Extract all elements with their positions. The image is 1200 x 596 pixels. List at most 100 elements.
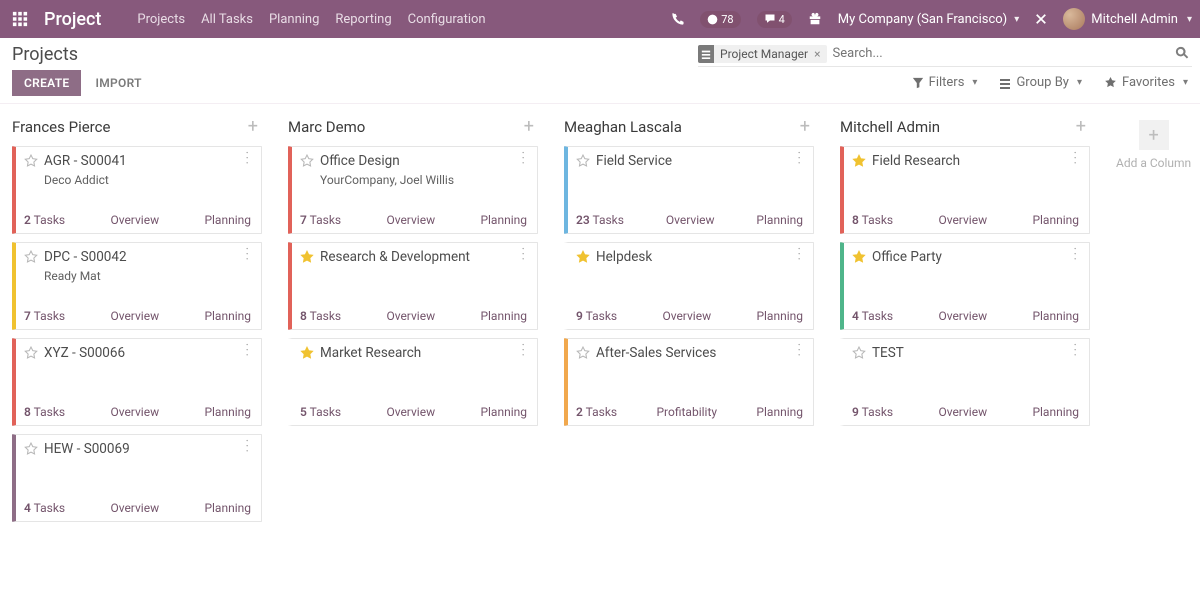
- kanban-card[interactable]: DPC - S00042Ready Mat···7 TasksOverviewP…: [12, 242, 262, 330]
- nav-reporting[interactable]: Reporting: [327, 12, 399, 27]
- priority-star-icon[interactable]: [576, 250, 590, 268]
- add-column-button[interactable]: +: [1139, 120, 1169, 150]
- card-menu-icon[interactable]: ···: [517, 343, 529, 358]
- kanban-card[interactable]: Office Party···4 TasksOverviewPlanning: [840, 242, 1090, 330]
- planning-link[interactable]: Planning: [756, 309, 803, 323]
- tasks-count-link[interactable]: 4 Tasks: [852, 309, 893, 323]
- planning-link[interactable]: Planning: [204, 405, 251, 419]
- overview-link[interactable]: Overview: [386, 309, 435, 323]
- quick-create-icon[interactable]: +: [800, 118, 810, 136]
- tasks-count-link[interactable]: 2 Tasks: [576, 405, 617, 419]
- kanban-card[interactable]: HEW - S00069···4 TasksOverviewPlanning: [12, 434, 262, 522]
- kanban-card[interactable]: Office DesignYourCompany, Joel Willis···…: [288, 146, 538, 234]
- priority-star-icon[interactable]: [24, 346, 38, 364]
- tasks-count-link[interactable]: 9 Tasks: [576, 309, 617, 323]
- tasks-count-link[interactable]: 7 Tasks: [24, 309, 65, 323]
- quick-create-icon[interactable]: +: [248, 118, 258, 136]
- overview-link[interactable]: Overview: [110, 501, 159, 515]
- tasks-count-link[interactable]: 5 Tasks: [300, 405, 341, 419]
- priority-star-icon[interactable]: [852, 154, 866, 172]
- planning-link[interactable]: Planning: [480, 309, 527, 323]
- kanban-card[interactable]: Field Service···23 TasksOverviewPlanning: [564, 146, 814, 234]
- priority-star-icon[interactable]: [24, 154, 38, 172]
- priority-star-icon[interactable]: [852, 346, 866, 364]
- planning-link[interactable]: Planning: [480, 213, 527, 227]
- overview-link[interactable]: Overview: [938, 309, 987, 323]
- planning-link[interactable]: Planning: [756, 405, 803, 419]
- quick-create-icon[interactable]: +: [1076, 118, 1086, 136]
- overview-link[interactable]: Overview: [662, 309, 711, 323]
- planning-link[interactable]: Planning: [756, 213, 803, 227]
- facet-remove[interactable]: ×: [812, 47, 826, 61]
- user-menu[interactable]: Mitchell Admin: [1063, 8, 1192, 30]
- tasks-count-link[interactable]: 2 Tasks: [24, 213, 65, 227]
- kanban-card[interactable]: After-Sales Services···2 TasksProfitabil…: [564, 338, 814, 426]
- search-icon[interactable]: [1172, 44, 1192, 64]
- priority-star-icon[interactable]: [576, 154, 590, 172]
- card-menu-icon[interactable]: ···: [1069, 343, 1081, 358]
- kanban-card[interactable]: Research & Development···8 TasksOverview…: [288, 242, 538, 330]
- overview-link[interactable]: Overview: [666, 213, 715, 227]
- apps-icon[interactable]: [12, 11, 28, 27]
- card-menu-icon[interactable]: ···: [241, 343, 253, 358]
- nav-all-tasks[interactable]: All Tasks: [193, 12, 261, 27]
- kanban-card[interactable]: Helpdesk···9 TasksOverviewPlanning: [564, 242, 814, 330]
- overview-link[interactable]: Overview: [938, 405, 987, 419]
- import-button[interactable]: IMPORT: [95, 76, 141, 90]
- company-switcher[interactable]: My Company (San Francisco): [838, 12, 1019, 27]
- overview-link[interactable]: Overview: [386, 405, 435, 419]
- priority-star-icon[interactable]: [24, 250, 38, 268]
- planning-link[interactable]: Planning: [204, 213, 251, 227]
- overview-link[interactable]: Profitability: [656, 405, 717, 419]
- tasks-count-link[interactable]: 9 Tasks: [852, 405, 893, 419]
- card-menu-icon[interactable]: ···: [517, 247, 529, 262]
- nav-projects[interactable]: Projects: [129, 12, 193, 27]
- card-menu-icon[interactable]: ···: [1069, 247, 1081, 262]
- planning-link[interactable]: Planning: [1032, 309, 1079, 323]
- card-menu-icon[interactable]: ···: [793, 151, 805, 166]
- kanban-card[interactable]: AGR - S00041Deco Addict···2 TasksOvervie…: [12, 146, 262, 234]
- activity-badge[interactable]: 78: [700, 11, 740, 28]
- tasks-count-link[interactable]: 23 Tasks: [576, 213, 624, 227]
- favorites-dropdown[interactable]: Favorites: [1104, 75, 1188, 90]
- groupby-dropdown[interactable]: Group By: [999, 75, 1082, 90]
- planning-link[interactable]: Planning: [204, 309, 251, 323]
- messages-badge[interactable]: 4: [757, 11, 792, 28]
- priority-star-icon[interactable]: [300, 346, 314, 364]
- planning-link[interactable]: Planning: [1032, 405, 1079, 419]
- tasks-count-link[interactable]: 4 Tasks: [24, 501, 65, 515]
- tasks-count-link[interactable]: 8 Tasks: [852, 213, 893, 227]
- planning-link[interactable]: Planning: [480, 405, 527, 419]
- card-menu-icon[interactable]: ···: [1069, 151, 1081, 166]
- close-deploy-icon[interactable]: [1035, 13, 1047, 25]
- overview-link[interactable]: Overview: [386, 213, 435, 227]
- quick-create-icon[interactable]: +: [524, 118, 534, 136]
- planning-link[interactable]: Planning: [204, 501, 251, 515]
- kanban-card[interactable]: Field Research···8 TasksOverviewPlanning: [840, 146, 1090, 234]
- card-menu-icon[interactable]: ···: [241, 247, 253, 262]
- priority-star-icon[interactable]: [300, 154, 314, 172]
- kanban-card[interactable]: Market Research···5 TasksOverviewPlannin…: [288, 338, 538, 426]
- overview-link[interactable]: Overview: [110, 309, 159, 323]
- tasks-count-link[interactable]: 8 Tasks: [24, 405, 65, 419]
- search-input[interactable]: [831, 46, 1172, 61]
- nav-planning[interactable]: Planning: [261, 12, 327, 27]
- priority-star-icon[interactable]: [576, 346, 590, 364]
- tasks-count-link[interactable]: 7 Tasks: [300, 213, 341, 227]
- tasks-count-link[interactable]: 8 Tasks: [300, 309, 341, 323]
- card-menu-icon[interactable]: ···: [241, 151, 253, 166]
- filters-dropdown[interactable]: Filters: [912, 75, 978, 90]
- gift-icon[interactable]: [808, 12, 822, 26]
- card-menu-icon[interactable]: ···: [793, 343, 805, 358]
- phone-icon[interactable]: [671, 13, 684, 26]
- priority-star-icon[interactable]: [300, 250, 314, 268]
- overview-link[interactable]: Overview: [938, 213, 987, 227]
- kanban-card[interactable]: XYZ - S00066···8 TasksOverviewPlanning: [12, 338, 262, 426]
- priority-star-icon[interactable]: [852, 250, 866, 268]
- nav-configuration[interactable]: Configuration: [400, 12, 494, 27]
- kanban-card[interactable]: TEST···9 TasksOverviewPlanning: [840, 338, 1090, 426]
- card-menu-icon[interactable]: ···: [793, 247, 805, 262]
- create-button[interactable]: CREATE: [12, 70, 81, 96]
- priority-star-icon[interactable]: [24, 442, 38, 460]
- planning-link[interactable]: Planning: [1032, 213, 1079, 227]
